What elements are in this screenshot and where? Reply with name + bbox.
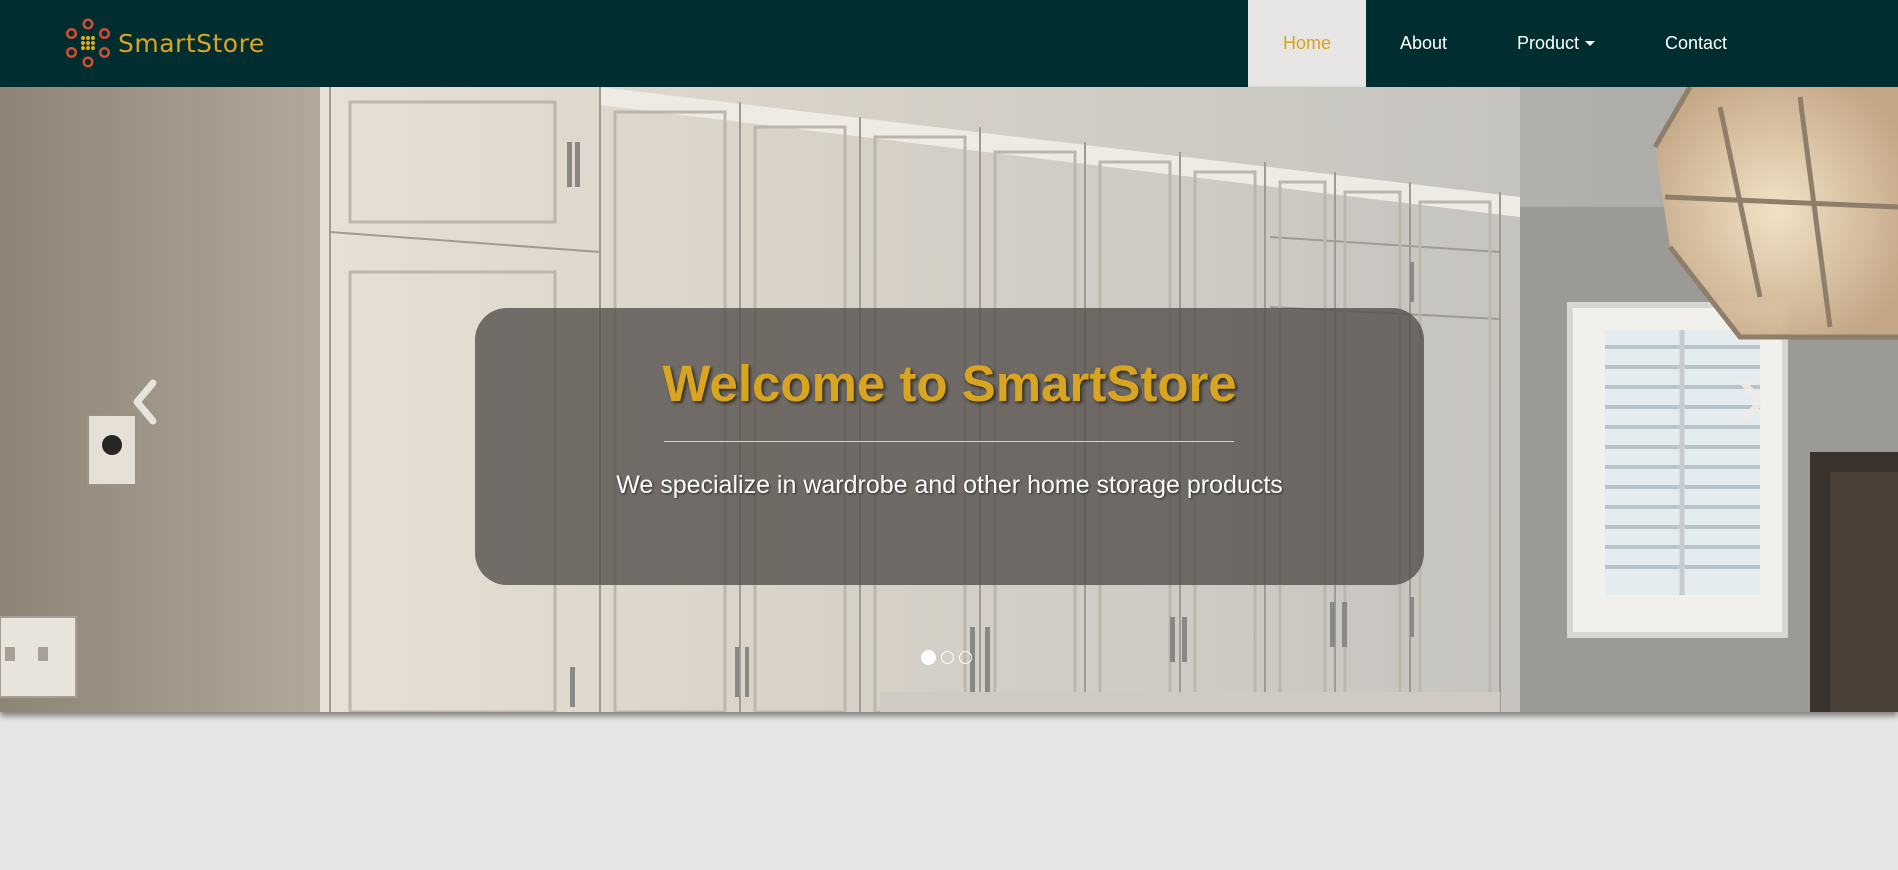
- carousel-prev-button[interactable]: [125, 377, 165, 427]
- nav-product-dropdown[interactable]: Product: [1481, 0, 1631, 87]
- carousel-indicators: [921, 650, 972, 665]
- nav-about-label: About: [1399, 33, 1448, 53]
- brand-name: SmartStore: [118, 28, 265, 58]
- carousel-title: Welcome to SmartStore: [662, 355, 1237, 412]
- chevron-left-icon: [133, 379, 157, 425]
- nav-contact[interactable]: Contact: [1631, 0, 1761, 87]
- carousel-next-button[interactable]: [1732, 377, 1772, 427]
- carousel-caption: Welcome to SmartStore We specialize in w…: [475, 308, 1424, 585]
- hero-carousel: Welcome to SmartStore We specialize in w…: [0, 87, 1898, 712]
- brand-logo-link[interactable]: SmartStore: [64, 18, 265, 68]
- main-nav: Home About Product Contact: [1248, 0, 1761, 87]
- nav-home[interactable]: Home: [1248, 0, 1366, 87]
- nav-about[interactable]: About: [1366, 0, 1481, 87]
- carousel-indicator-3[interactable]: [959, 651, 972, 664]
- carousel-indicator-1[interactable]: [921, 650, 936, 665]
- nav-home-label: Home: [1282, 33, 1331, 53]
- nav-product-label: Product: [1516, 33, 1580, 53]
- top-navbar: SmartStore Home About Product Contact: [0, 0, 1898, 87]
- nav-contact-label: Contact: [1664, 33, 1728, 53]
- carousel-subtitle: We specialize in wardrobe and other home…: [616, 471, 1283, 499]
- chevron-right-icon: [1740, 379, 1764, 425]
- carousel-indicator-2[interactable]: [941, 651, 954, 664]
- caret-down-icon: [1585, 41, 1596, 46]
- caption-divider: [664, 441, 1234, 442]
- flower-dots-logo-icon: [65, 18, 111, 68]
